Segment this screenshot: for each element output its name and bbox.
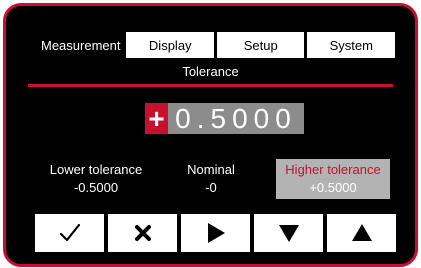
tab-bar: Measurement Display Setup System xyxy=(35,32,395,58)
next-button[interactable] xyxy=(181,214,250,252)
arrow-up-icon xyxy=(351,224,372,241)
value-digits[interactable]: 0.5000 xyxy=(168,103,304,134)
cancel-button[interactable] xyxy=(108,214,177,252)
lower-tolerance-field[interactable]: Lower tolerance -0.5000 xyxy=(36,161,156,197)
arrow-down-icon xyxy=(278,225,299,242)
up-button[interactable] xyxy=(327,214,396,252)
tab-measurement[interactable]: Measurement xyxy=(35,32,127,58)
device-screen: Measurement Display Setup System Toleran… xyxy=(3,3,418,267)
nominal-value: -0 xyxy=(205,180,217,195)
tolerance-value-input[interactable]: + 0.5000 xyxy=(145,103,304,134)
lower-tolerance-value: -0.5000 xyxy=(73,180,119,195)
cross-icon xyxy=(134,225,151,241)
nominal-label: Nominal xyxy=(187,162,235,177)
tab-system[interactable]: System xyxy=(307,32,395,58)
play-right-icon xyxy=(207,223,225,243)
divider xyxy=(28,84,393,87)
nominal-field[interactable]: Nominal -0 xyxy=(156,161,266,197)
check-icon xyxy=(59,223,80,242)
tab-display[interactable]: Display xyxy=(126,32,214,58)
down-button[interactable] xyxy=(254,214,323,252)
lower-tolerance-label: Lower tolerance xyxy=(49,162,143,177)
higher-tolerance-field[interactable]: Higher tolerance +0.5000 xyxy=(276,159,390,199)
value-sign[interactable]: + xyxy=(145,103,168,134)
higher-tolerance-label: Higher tolerance xyxy=(285,162,381,177)
screen-title: Tolerance xyxy=(182,64,239,79)
softkey-bar xyxy=(35,214,396,252)
confirm-button[interactable] xyxy=(35,214,104,252)
higher-tolerance-value: +0.5000 xyxy=(309,180,357,195)
tab-setup[interactable]: Setup xyxy=(216,32,305,58)
